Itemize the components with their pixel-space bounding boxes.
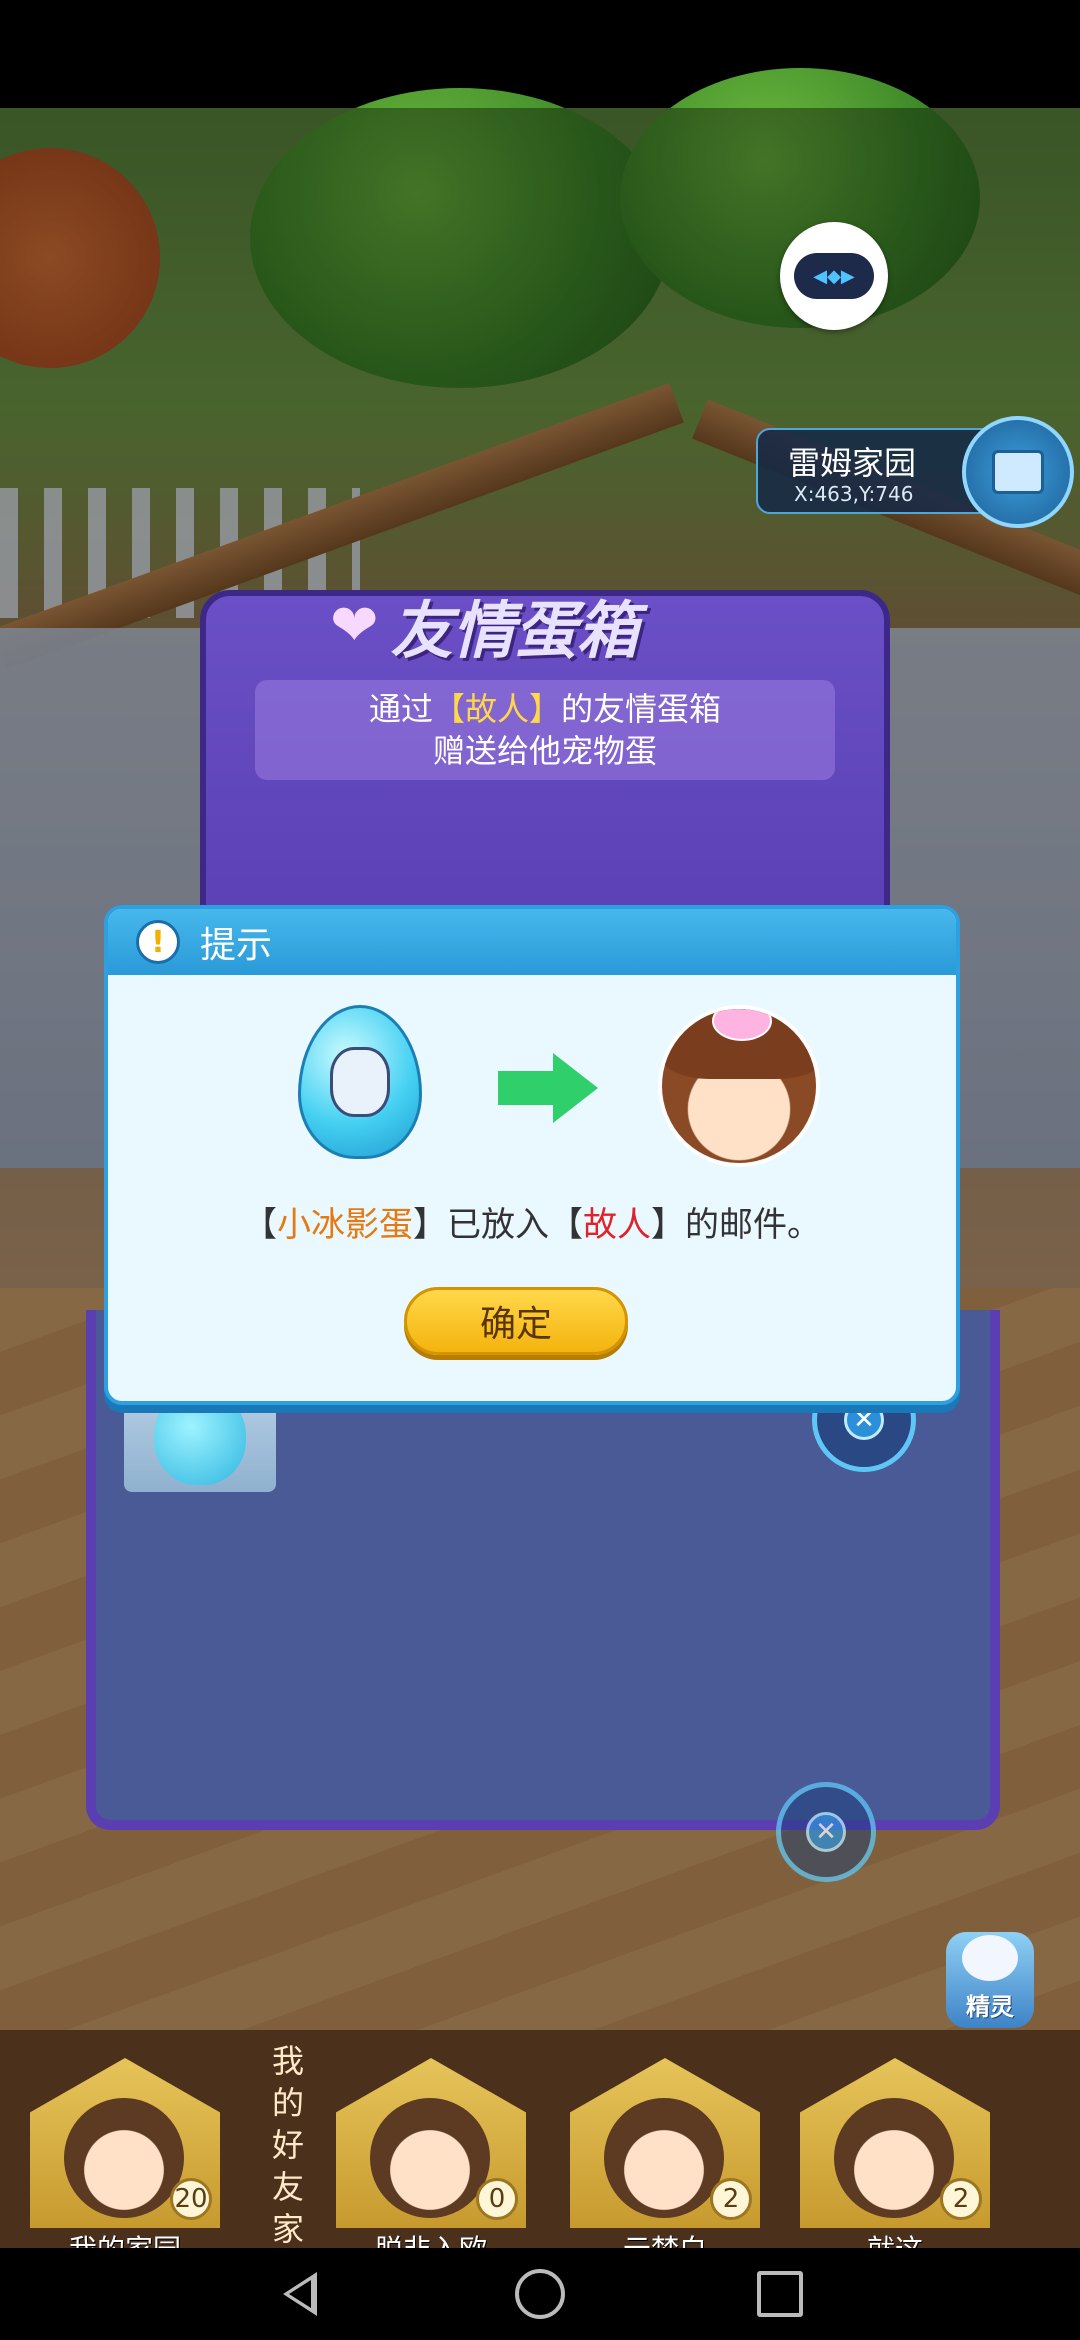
home-card[interactable]: 2 就这 [800, 2058, 990, 2266]
floating-assistant-button[interactable]: ◀◆▶ [780, 222, 888, 330]
home-count: 2 [710, 2178, 752, 2220]
sprite-button[interactable]: 精灵 [946, 1932, 1034, 2028]
dialog-title: 提示 [200, 925, 273, 966]
confirm-button[interactable]: 确定 [404, 1287, 628, 1355]
avatar [834, 2098, 954, 2218]
recents-icon [757, 2271, 803, 2317]
avatar [604, 2098, 724, 2218]
game-screen: ◀◆▶ 雷姆家园 X:463,Y:746 ❤ 友情蛋箱 通过【故人】的友情蛋箱 … [0, 0, 1080, 2340]
home-count: 20 [170, 2178, 212, 2220]
location-name: 雷姆家园 [788, 444, 917, 482]
recipient-avatar [658, 1005, 820, 1167]
egg-box-subtitle: 通过【故人】的友情蛋箱 赠送给他宠物蛋 [255, 680, 835, 780]
back-button[interactable] [270, 2264, 330, 2324]
msg-recipient: 故人 [583, 1205, 651, 1245]
notice-dialog: ! 提示 【小冰影蛋】已放入【故人】的邮件。 确定 [104, 905, 960, 1405]
avatar [370, 2098, 490, 2218]
home-count: 2 [940, 2178, 982, 2220]
egg-box-title: ❤ 友情蛋箱 [330, 585, 750, 667]
home-button[interactable] [510, 2264, 570, 2324]
back-icon [283, 2272, 317, 2316]
map-pin-icon[interactable] [962, 416, 1074, 528]
exclamation-icon: ! [136, 920, 180, 964]
arrow-right-icon [498, 1053, 598, 1123]
avatar [64, 2098, 184, 2218]
location-panel[interactable]: 雷姆家园 X:463,Y:746 [756, 416, 1074, 528]
recents-button[interactable] [750, 2264, 810, 2324]
ice-shadow-egg-icon [298, 1005, 422, 1159]
close-icon: ✕ [806, 1812, 846, 1852]
dialog-message: 【小冰影蛋】已放入【故人】的邮件。 [108, 1197, 956, 1246]
home-card[interactable]: 2 云梦白 [570, 2058, 760, 2266]
egg-box-title-text: 友情蛋箱 [390, 594, 639, 667]
subtitle-line2: 赠送给他宠物蛋 [432, 732, 657, 770]
msg-mid: 】已放入【 [413, 1205, 583, 1245]
panda-icon [962, 1935, 1018, 1981]
home-card[interactable]: 0 脱非入欧 [336, 2058, 526, 2266]
home-card[interactable]: 20 我的家园 [30, 2058, 220, 2266]
gamepad-icon: ◀◆▶ [794, 253, 874, 299]
msg-egg-name: 小冰影蛋 [277, 1205, 413, 1245]
location-coords: X:463,Y:746 [794, 482, 914, 506]
close-button-secondary[interactable]: ✕ [776, 1782, 876, 1882]
subtitle-suffix: 的友情蛋箱 [561, 690, 722, 728]
home-count: 0 [476, 2178, 518, 2220]
sprite-button-label: 精灵 [966, 1993, 1014, 2021]
msg-bracket-open: 【 [243, 1205, 277, 1245]
close-icon: ✕ [844, 1400, 884, 1440]
dialog-body: 【小冰影蛋】已放入【故人】的邮件。 确定 [108, 975, 956, 1401]
home-icon [515, 2269, 565, 2319]
msg-end: 】的邮件。 [651, 1205, 821, 1245]
status-bar [0, 0, 1080, 108]
system-nav-bar [0, 2248, 1080, 2340]
dialog-header: ! 提示 [108, 909, 956, 975]
subtitle-friend-name: 【故人】 [432, 690, 561, 728]
heart-icon: ❤ [330, 591, 379, 659]
subtitle-prefix: 通过 [368, 690, 433, 728]
